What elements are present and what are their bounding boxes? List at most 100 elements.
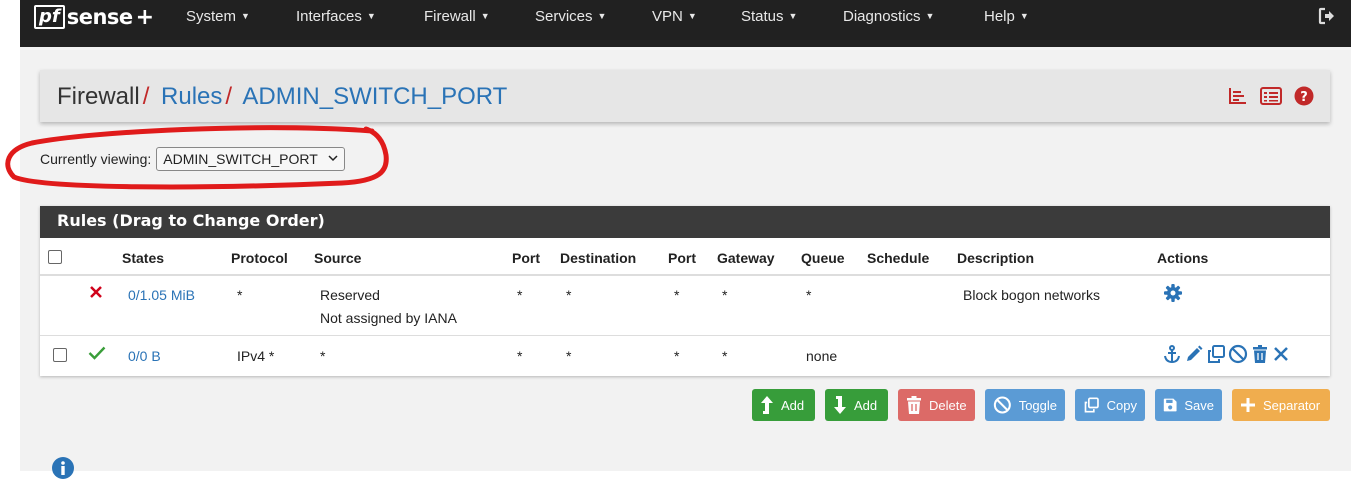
row-actions: [1162, 344, 1290, 367]
port-value: *: [517, 287, 523, 303]
source-value: *: [320, 348, 326, 364]
queue-value: none: [806, 348, 838, 364]
info-icon[interactable]: [52, 457, 74, 482]
caret-down-icon: ▼: [788, 11, 798, 21]
copy-icon: [1084, 397, 1099, 413]
add-bottom-button[interactable]: Add: [825, 389, 888, 421]
caret-down-icon: ▼: [480, 11, 490, 21]
header-divider: [40, 274, 1330, 276]
page-header: Firewall / Rules / ADMIN_SWITCH_PORT ?: [40, 70, 1330, 122]
dest-port-value: *: [674, 287, 680, 303]
separator-button[interactable]: Separator: [1232, 389, 1330, 421]
protocol-value: *: [237, 287, 243, 303]
destination-value: *: [566, 287, 572, 303]
breadcrumb: Firewall / Rules / ADMIN_SWITCH_PORT: [57, 83, 507, 111]
currently-viewing-label: Currently viewing:: [40, 151, 152, 167]
col-actions: Actions: [1157, 250, 1209, 266]
list-icon[interactable]: [1260, 87, 1282, 108]
interface-selector-group: Currently viewing: ADMIN_SWITCH_PORT: [40, 147, 345, 171]
save-button[interactable]: Save: [1155, 389, 1222, 421]
gear-icon[interactable]: [1163, 283, 1183, 306]
edit-icon[interactable]: [1184, 344, 1204, 367]
block-icon: [89, 285, 103, 302]
row-divider: [40, 335, 1330, 336]
arrow-down-icon: [834, 396, 846, 414]
copy-label: Copy: [1106, 397, 1137, 413]
nav-label: Firewall: [424, 8, 476, 25]
caret-down-icon: ▼: [241, 11, 250, 21]
protocol-value: IPv4 *: [237, 348, 275, 364]
col-port[interactable]: Port: [512, 250, 540, 266]
nav-label: VPN: [652, 8, 683, 25]
add-top-label: Add: [781, 397, 805, 413]
nav-services[interactable]: Services ▼: [535, 8, 606, 25]
toggle-label: Toggle: [1018, 397, 1057, 413]
col-destination[interactable]: Destination: [560, 250, 636, 266]
nav-diagnostics[interactable]: Diagnostics ▼: [843, 8, 934, 25]
logo-plus: +: [135, 4, 155, 30]
rules-panel: Rules (Drag to Change Order) States Prot…: [40, 206, 1330, 376]
stats-icon[interactable]: [1228, 87, 1248, 108]
col-gateway[interactable]: Gateway: [717, 250, 775, 266]
col-description[interactable]: Description: [957, 250, 1034, 266]
toggle-button[interactable]: Toggle: [985, 389, 1065, 421]
select-all-checkbox[interactable]: [48, 250, 62, 264]
delete-x-icon[interactable]: [1272, 345, 1290, 366]
copy-button[interactable]: Copy: [1075, 389, 1145, 421]
nav-vpn[interactable]: VPN ▼: [652, 8, 697, 25]
source-detail: Not assigned by IANA: [320, 310, 457, 326]
nav-system[interactable]: System ▼: [186, 8, 250, 25]
pass-icon: [88, 346, 106, 363]
nav-label: Services: [535, 8, 593, 25]
add-top-button[interactable]: Add: [752, 389, 815, 421]
anchor-icon[interactable]: [1162, 344, 1182, 367]
breadcrumb-firewall: Firewall: [57, 83, 140, 110]
trash-icon[interactable]: [1250, 344, 1270, 367]
dest-port-value: *: [674, 348, 680, 364]
disable-icon: [993, 396, 1011, 414]
separator-label: Separator: [1263, 397, 1321, 413]
nav-label: Help: [984, 8, 1015, 25]
col-protocol[interactable]: Protocol: [231, 250, 288, 266]
col-queue[interactable]: Queue: [801, 250, 845, 266]
save-label: Save: [1184, 397, 1214, 413]
copy-icon[interactable]: [1206, 344, 1226, 367]
rules-panel-title: Rules (Drag to Change Order): [40, 206, 1330, 238]
col-schedule[interactable]: Schedule: [867, 250, 929, 266]
plus-icon: [1241, 398, 1255, 412]
svg-text:?: ?: [1300, 90, 1308, 105]
add-bottom-label: Add: [854, 397, 878, 413]
col-source[interactable]: Source: [314, 250, 361, 266]
gateway-value: *: [722, 348, 728, 364]
chevron-down-icon: [328, 154, 338, 165]
help-icon[interactable]: ?: [1294, 86, 1314, 109]
nav-status[interactable]: Status ▼: [741, 8, 797, 25]
nav-firewall[interactable]: Firewall ▼: [424, 8, 490, 25]
caret-down-icon: ▼: [1019, 11, 1029, 21]
queue-value: *: [806, 287, 812, 303]
states-link[interactable]: 0/1.05 MiB: [128, 287, 195, 303]
logout-icon[interactable]: [1317, 6, 1337, 29]
breadcrumb-rules[interactable]: Rules: [161, 83, 222, 110]
nav-interfaces[interactable]: Interfaces ▼: [296, 8, 376, 25]
delete-button[interactable]: Delete: [898, 389, 975, 421]
row-checkbox[interactable]: [53, 348, 67, 362]
caret-down-icon: ▼: [687, 11, 697, 21]
nav-help[interactable]: Help ▼: [984, 8, 1029, 25]
states-link[interactable]: 0/0 B: [128, 348, 161, 364]
caret-down-icon: ▼: [925, 11, 935, 21]
arrow-up-icon: [761, 396, 773, 414]
breadcrumb-interface[interactable]: ADMIN_SWITCH_PORT: [242, 83, 507, 110]
col-states[interactable]: States: [122, 250, 164, 266]
caret-down-icon: ▼: [597, 11, 607, 21]
gateway-value: *: [722, 287, 728, 303]
col-port-dest[interactable]: Port: [668, 250, 696, 266]
pfsense-logo[interactable]: pf sense +: [34, 2, 154, 32]
interface-select[interactable]: ADMIN_SWITCH_PORT: [156, 147, 345, 171]
trash-icon: [907, 396, 921, 414]
floppy-disk-icon: [1163, 398, 1177, 412]
caret-down-icon: ▼: [366, 11, 376, 21]
delete-label: Delete: [929, 397, 967, 413]
disable-icon[interactable]: [1228, 344, 1248, 367]
logo-pf: pf: [34, 5, 65, 29]
